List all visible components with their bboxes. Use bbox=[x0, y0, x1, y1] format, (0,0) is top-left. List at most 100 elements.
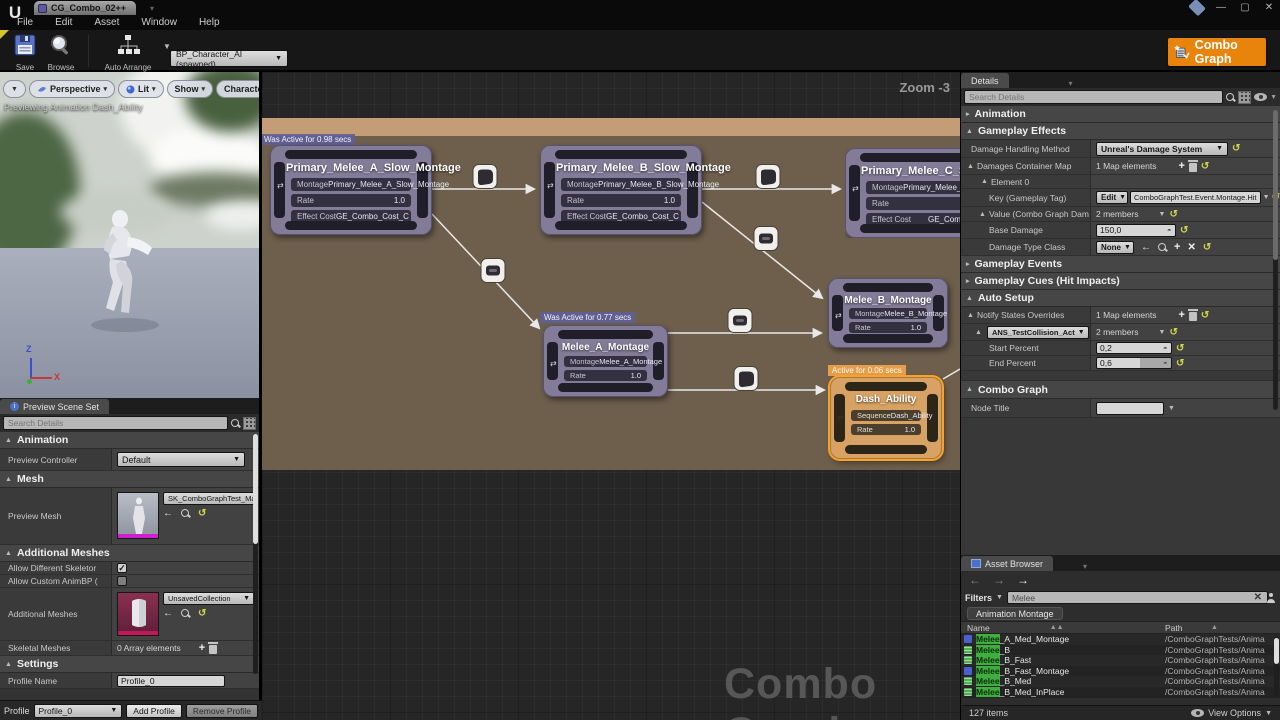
additional-meshes-thumbnail[interactable] bbox=[117, 592, 159, 636]
details-search-input[interactable] bbox=[964, 90, 1224, 104]
history-back-icon[interactable]: ← bbox=[969, 573, 981, 587]
transition-input-icon[interactable] bbox=[480, 257, 506, 284]
save-button[interactable]: Save bbox=[6, 33, 44, 72]
section-gameplay-cues[interactable]: ▸ Gameplay Cues (Hit Impacts) bbox=[961, 273, 1280, 290]
reset-icon[interactable]: ↺ bbox=[198, 508, 206, 519]
chevron-down-icon[interactable]: ▼ bbox=[1270, 94, 1277, 101]
browse-to-asset-icon[interactable] bbox=[1158, 242, 1167, 252]
reset-icon[interactable]: ↺ bbox=[1176, 358, 1184, 369]
perspective-button[interactable]: Perspective ▾ bbox=[28, 80, 115, 98]
node-primary-melee-a[interactable]: Primary_Melee_A_Slow_Montage ⇄ Montage Pr… bbox=[270, 145, 461, 235]
tab-caret-icon[interactable]: ▾ bbox=[150, 4, 154, 13]
asset-search-input[interactable] bbox=[1006, 591, 1268, 604]
preview-panel-scrollbar[interactable] bbox=[253, 434, 258, 674]
section-mesh[interactable]: ▲ Mesh bbox=[0, 471, 259, 488]
section-animation[interactable]: ▲ Animation bbox=[0, 432, 259, 449]
transition-input-icon[interactable] bbox=[727, 307, 753, 334]
remove-profile-button[interactable]: Remove Profile bbox=[185, 703, 258, 718]
browse-to-asset-icon[interactable] bbox=[181, 609, 190, 618]
new-asset-icon[interactable]: + bbox=[1174, 241, 1180, 253]
show-button[interactable]: Show ▾ bbox=[166, 80, 214, 98]
transition-input-icon[interactable] bbox=[472, 163, 498, 190]
asset-list-scrollbar[interactable] bbox=[1274, 636, 1279, 696]
section-combo-graph[interactable]: ▲ Combo Graph bbox=[961, 381, 1280, 399]
clear-icon[interactable]: ✕ bbox=[1187, 242, 1195, 253]
column-name[interactable]: Name bbox=[961, 623, 990, 633]
history-forward-icon[interactable]: → bbox=[993, 573, 1005, 587]
view-options-button[interactable]: View Options ▼ bbox=[1191, 708, 1272, 718]
clear-search-icon[interactable]: ✕ bbox=[1254, 592, 1262, 603]
menu-edit[interactable]: Edit bbox=[44, 17, 83, 28]
transition-input-icon[interactable] bbox=[733, 365, 759, 392]
asset-row[interactable]: Melee_B /ComboGraphTests/Anima bbox=[961, 644, 1280, 656]
transition-input-icon[interactable] bbox=[753, 225, 779, 252]
menu-help[interactable]: Help bbox=[188, 17, 231, 28]
clear-map-icon[interactable] bbox=[1187, 160, 1198, 172]
chevron-down-icon[interactable]: ▼ bbox=[1168, 405, 1175, 412]
preview-mesh-thumbnail[interactable] bbox=[117, 492, 159, 539]
minimize-button[interactable]: — bbox=[1214, 2, 1228, 13]
menu-file[interactable]: File bbox=[6, 17, 44, 28]
chevron-down-icon[interactable]: ▼ bbox=[1159, 329, 1166, 336]
reset-icon[interactable]: ↺ bbox=[1203, 242, 1211, 253]
person-filter-icon[interactable] bbox=[1266, 592, 1276, 603]
add-profile-button[interactable]: Add Profile bbox=[126, 703, 182, 718]
tab-preview-scene-set[interactable]: i Preview Scene Set bbox=[0, 399, 110, 414]
node-pin-bar[interactable] bbox=[285, 221, 417, 230]
reset-icon[interactable]: ↺ bbox=[198, 608, 206, 619]
start-percent-input[interactable]: 0,2 ◐ bbox=[1096, 342, 1172, 354]
asset-row[interactable]: Melee_A_Med_Montage /ComboGraphTests/Ani… bbox=[961, 634, 1280, 645]
allow-skeletons-checkbox[interactable]: ✓ bbox=[117, 563, 127, 573]
browse-button[interactable]: Browse bbox=[42, 33, 80, 72]
preview-controller-dropdown[interactable]: Default ▼ bbox=[117, 452, 245, 467]
reset-icon[interactable]: ↺ bbox=[1169, 209, 1177, 220]
node-input-pin[interactable] bbox=[274, 162, 285, 218]
node-melee-b-montage[interactable]: Melee_B_Montage ⇄ Montage Melee_B_Montage… bbox=[828, 278, 948, 348]
close-button[interactable]: ✕ bbox=[1262, 2, 1276, 13]
combo-graph-mode-button[interactable]: Combo Graph bbox=[1168, 38, 1266, 66]
asset-row[interactable]: Melee_B_Med /ComboGraphTests/Anima bbox=[961, 676, 1280, 687]
node-pin-bar[interactable] bbox=[285, 150, 417, 159]
browse-to-asset-icon[interactable] bbox=[181, 509, 190, 518]
filters-caret-icon[interactable]: ▼ bbox=[996, 594, 1003, 601]
menu-window[interactable]: Window bbox=[130, 17, 188, 28]
filters-label[interactable]: Filters bbox=[965, 593, 992, 603]
clear-map-icon[interactable] bbox=[1187, 309, 1198, 321]
node-primary-melee-b[interactable]: Primary_Melee_B_Slow_Montage ⇄ Montage Pr… bbox=[540, 145, 731, 235]
section-animation-details[interactable]: ▸ Animation bbox=[961, 106, 1280, 123]
preview-mesh-dropdown[interactable]: SK_ComboGraphTest_Mar▼ bbox=[163, 492, 255, 505]
column-path[interactable]: Path bbox=[1165, 623, 1183, 633]
reset-icon[interactable]: ↺ bbox=[1201, 310, 1209, 321]
layout-diamond-icon[interactable] bbox=[1188, 0, 1206, 17]
allow-animbp-checkbox[interactable] bbox=[117, 576, 127, 586]
additional-meshes-dropdown[interactable]: UnsavedCollection ▼ bbox=[163, 592, 255, 605]
asset-row[interactable]: Melee_B_Fast_Montage /ComboGraphTests/An… bbox=[961, 665, 1280, 677]
node-dash-ability[interactable]: Dash_Ability ⇄ Sequence Dash_Ability Rate… bbox=[830, 377, 942, 459]
character-button[interactable]: Character▾ bbox=[216, 80, 259, 98]
section-gameplay-effects[interactable]: ▲ Gameplay Effects bbox=[961, 123, 1280, 140]
clear-array-icon[interactable] bbox=[208, 642, 219, 654]
reset-icon[interactable]: ↺ bbox=[1232, 143, 1240, 154]
panel-menu-caret-icon[interactable]: ▾ bbox=[1083, 562, 1087, 571]
lit-button[interactable]: Lit ▾ bbox=[118, 80, 164, 98]
section-auto-setup[interactable]: ▲ Auto Setup bbox=[961, 290, 1280, 307]
add-map-element-icon[interactable]: + bbox=[1178, 160, 1184, 172]
grid-view-icon[interactable] bbox=[1238, 90, 1252, 104]
profile-name-input[interactable] bbox=[117, 674, 225, 687]
maximize-button[interactable]: ▢ bbox=[1238, 2, 1252, 13]
profile-dropdown[interactable]: Profile_0 ▼ bbox=[33, 703, 123, 718]
reset-icon[interactable]: ↺ bbox=[1169, 327, 1177, 338]
node-title-input[interactable] bbox=[1096, 401, 1164, 415]
ans-class-dropdown[interactable]: ANS_TestCollision_Act ▼ bbox=[986, 325, 1089, 339]
viewport-menu-button[interactable]: ▼ bbox=[3, 80, 26, 98]
reset-icon[interactable]: ↺ bbox=[1180, 225, 1188, 236]
document-tab[interactable]: CG_Combo_02++ bbox=[34, 1, 137, 15]
eye-filter-icon[interactable] bbox=[1254, 93, 1268, 101]
chevron-down-icon[interactable]: ▼ bbox=[1263, 194, 1270, 201]
section-gameplay-events[interactable]: ▸ Gameplay Events bbox=[961, 256, 1280, 273]
chevron-down-icon[interactable]: ▼ bbox=[1159, 211, 1166, 218]
node-primary-melee-c[interactable]: Primary_Melee_C_Slow_Mon ⇄ MontagePrimar… bbox=[845, 148, 960, 238]
edit-tag-dropdown[interactable]: Edit ▼ bbox=[1096, 191, 1128, 204]
reset-icon[interactable]: ↺ bbox=[1176, 343, 1184, 354]
base-damage-input[interactable]: 150,0 ◐ bbox=[1096, 223, 1176, 237]
